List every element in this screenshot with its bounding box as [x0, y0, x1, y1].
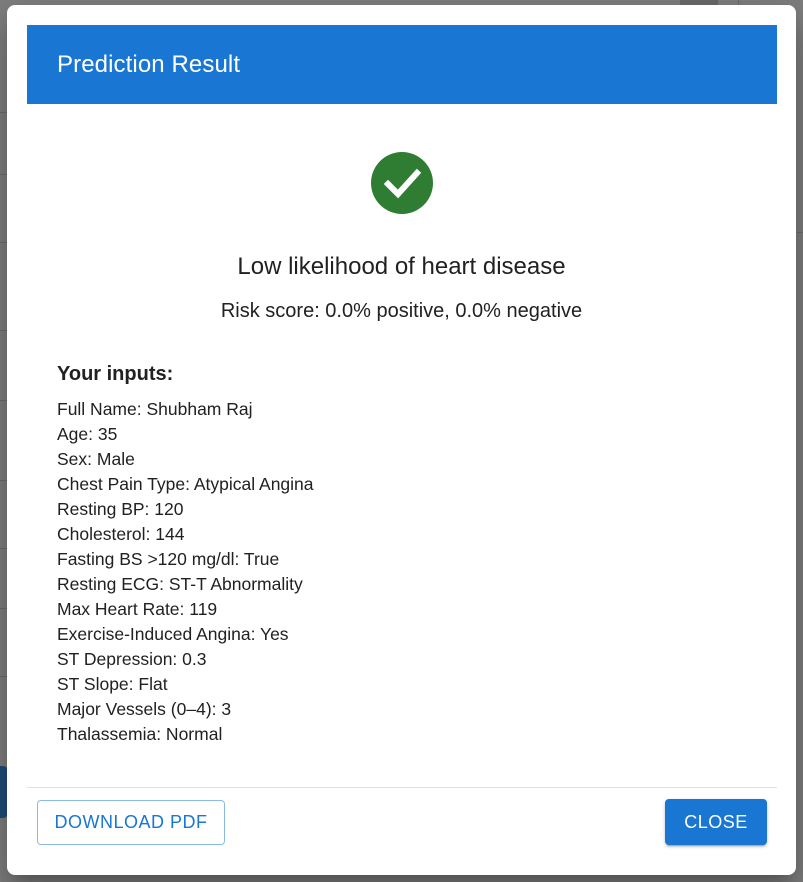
input-fasting-bs: Fasting BS >120 mg/dl: True [57, 549, 280, 569]
input-chest-pain-type: Chest Pain Type: Atypical Angina [57, 474, 314, 494]
prediction-result-dialog: Prediction Result Low likelihood of hear… [7, 5, 796, 875]
input-resting-ecg: Resting ECG: ST-T Abnormality [57, 574, 303, 594]
input-sex: Sex: Male [57, 449, 135, 469]
input-st-depression: ST Depression: 0.3 [57, 649, 207, 669]
input-st-slope: ST Slope: Flat [57, 674, 168, 694]
actions-divider [27, 787, 777, 788]
inputs-list: Full Name: Shubham Raj Age: 35 Sex: Male… [57, 397, 314, 747]
input-thalassemia: Thalassemia: Normal [57, 724, 223, 744]
dialog-header: Prediction Result [27, 25, 777, 104]
download-pdf-button[interactable]: DOWNLOAD PDF [37, 800, 225, 845]
risk-score-text: Risk score: 0.0% positive, 0.0% negative [220, 300, 583, 322]
close-button[interactable]: CLOSE [665, 799, 767, 845]
inputs-heading: Your inputs: [57, 363, 174, 385]
input-exercise-angina: Exercise-Induced Angina: Yes [57, 624, 289, 644]
result-heading: Low likelihood of heart disease [237, 253, 566, 280]
input-resting-bp: Resting BP: 120 [57, 499, 184, 519]
dialog-title: Prediction Result [57, 51, 241, 78]
background-divider [797, 232, 803, 233]
check-circle-icon [371, 152, 433, 214]
input-cholesterol: Cholesterol: 144 [57, 524, 185, 544]
input-full-name: Full Name: Shubham Raj [57, 399, 253, 419]
input-major-vessels: Major Vessels (0–4): 3 [57, 699, 232, 719]
input-age: Age: 35 [57, 424, 118, 444]
input-max-heart-rate: Max Heart Rate: 119 [57, 599, 218, 619]
